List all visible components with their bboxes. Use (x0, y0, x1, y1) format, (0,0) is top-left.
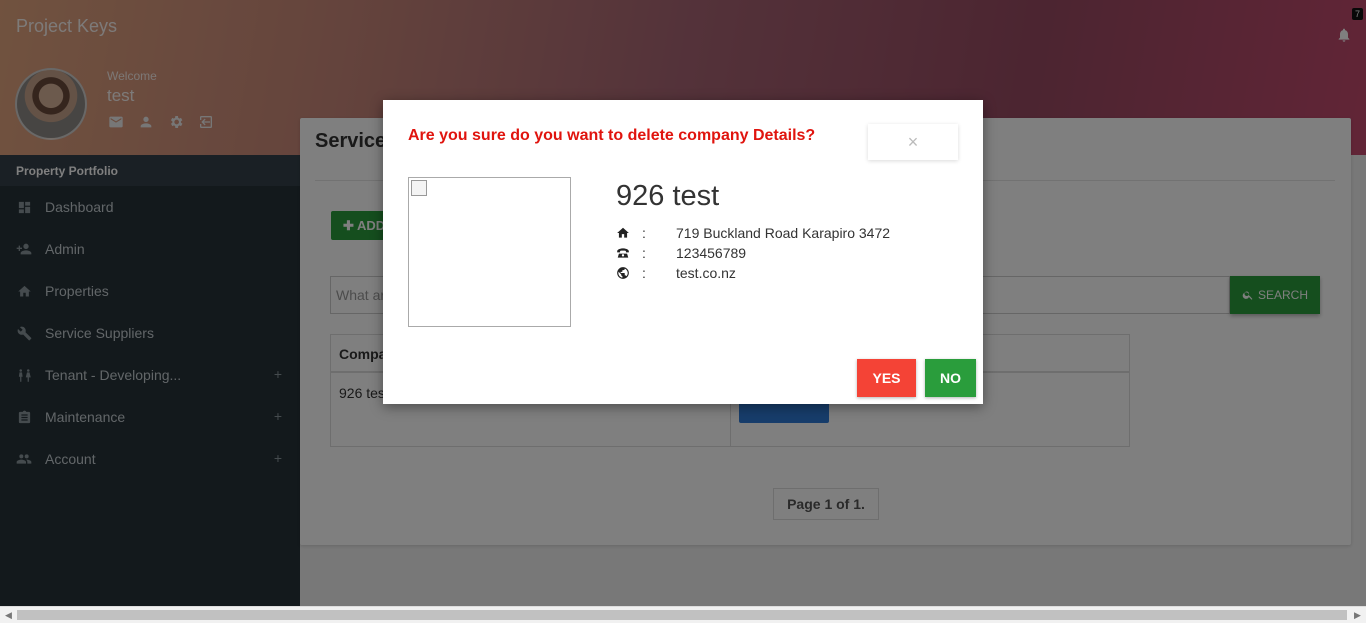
close-button[interactable]: × (868, 124, 958, 160)
phone-row: : 123456789 (616, 245, 746, 261)
yes-button[interactable]: YES (857, 359, 916, 397)
company-logo-image (408, 177, 571, 327)
separator: : (642, 265, 646, 281)
phone-icon (616, 246, 632, 260)
company-name: 926 test (616, 180, 720, 212)
delete-confirm-modal: Are you sure do you want to delete compa… (383, 100, 983, 404)
horizontal-scrollbar[interactable]: ◀ ▶ (0, 606, 1366, 623)
website-row: : test.co.nz (616, 265, 736, 281)
separator: : (642, 245, 646, 261)
separator: : (642, 225, 646, 241)
company-website: test.co.nz (676, 265, 736, 281)
no-button[interactable]: NO (925, 359, 976, 397)
address-row: : 719 Buckland Road Karapiro 3472 (616, 225, 890, 241)
home-icon (616, 226, 632, 240)
modal-title: Are you sure do you want to delete compa… (408, 127, 816, 144)
company-phone: 123456789 (676, 245, 747, 261)
scroll-right-icon[interactable]: ▶ (1354, 610, 1361, 621)
scrollbar-thumb[interactable] (17, 610, 1347, 620)
company-address: 719 Buckland Road Karapiro 3472 (676, 225, 891, 241)
scroll-left-icon[interactable]: ◀ (5, 610, 12, 621)
globe-icon (616, 266, 632, 280)
broken-image-icon (411, 180, 427, 196)
